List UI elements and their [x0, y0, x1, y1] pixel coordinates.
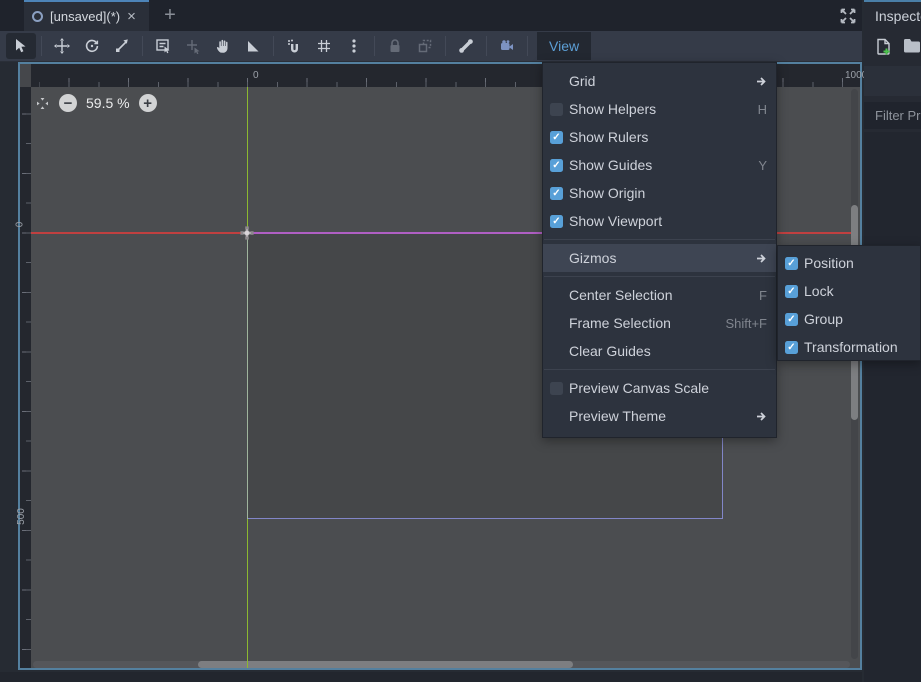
snap-options-icon[interactable]	[339, 33, 369, 59]
checkbox-icon: ✓	[785, 257, 798, 270]
submenu-item-lock[interactable]: ✓ Lock	[778, 277, 920, 305]
submenu-item-group[interactable]: ✓ Group	[778, 305, 920, 333]
menu-item-clear-guides[interactable]: Clear Guides	[543, 337, 776, 365]
menu-item-preview-theme[interactable]: Preview Theme	[543, 402, 776, 430]
fullscreen-icon[interactable]	[837, 5, 859, 27]
submenu-item-transformation[interactable]: ✓ Transformation	[778, 333, 920, 361]
submenu-arrow-icon	[755, 76, 767, 87]
submenu-arrow-icon	[755, 253, 767, 264]
move-tool-button[interactable]	[47, 33, 77, 59]
toolbar-separator	[142, 36, 143, 56]
camera-override-icon[interactable]	[492, 33, 522, 59]
gizmos-submenu-popup: ✓ Position ✓ Lock ✓ Group ✓ Transformati…	[777, 245, 921, 361]
move-pivot-tool-button[interactable]	[178, 33, 208, 59]
y-axis-viewport-overlap	[247, 233, 249, 519]
checkbox-icon: ✓	[550, 131, 563, 144]
menu-separator	[543, 272, 776, 281]
origin-anchor-gizmo	[239, 225, 255, 246]
toolbar-separator	[41, 36, 42, 56]
view-menu-popup: Grid ✓ Show Helpers H ✓ Show Rulers ✓ Sh…	[542, 62, 777, 438]
scene-tab-label: [unsaved](*)	[50, 9, 120, 24]
menu-item-show-helpers[interactable]: ✓ Show Helpers H	[543, 95, 776, 123]
vertical-ruler[interactable]: 0 500	[20, 87, 31, 668]
toolbar-separator	[273, 36, 274, 56]
scene-tab-unsaved[interactable]: [unsaved](*) ×	[24, 0, 149, 31]
view-menu-button[interactable]: View	[537, 32, 591, 60]
checkbox-icon: ✓	[785, 341, 798, 354]
bone-icon[interactable]	[451, 33, 481, 59]
scene-icon	[32, 11, 43, 22]
bottom-panel-edge	[0, 672, 862, 682]
inspector-title: Inspector	[875, 8, 921, 24]
ruler-tool-button[interactable]	[238, 33, 268, 59]
ruler-label-500: 500	[16, 508, 27, 525]
submenu-arrow-icon	[755, 411, 767, 422]
group-icon[interactable]	[410, 33, 440, 59]
center-view-icon[interactable]	[35, 96, 50, 111]
rotate-tool-button[interactable]	[77, 33, 107, 59]
menu-item-show-viewport[interactable]: ✓ Show Viewport	[543, 207, 776, 235]
horizontal-scrollbar-thumb[interactable]	[198, 661, 573, 668]
menu-separator	[543, 365, 776, 374]
ruler-corner	[20, 64, 31, 87]
ruler-label-0: 0	[14, 222, 25, 228]
zoom-out-button[interactable]: −	[59, 94, 77, 112]
toolbar-separator	[374, 36, 375, 56]
lock-icon[interactable]	[380, 33, 410, 59]
menu-item-preview-canvas-scale[interactable]: ✓ Preview Canvas Scale	[543, 374, 776, 402]
close-icon[interactable]: ×	[127, 9, 136, 24]
toolbar-separator	[527, 36, 528, 56]
inspector-node-bar	[864, 66, 921, 96]
list-select-tool-button[interactable]	[148, 33, 178, 59]
godot-editor-window: [unsaved](*) × +	[0, 0, 921, 682]
new-scene-tab-button[interactable]: +	[158, 3, 182, 27]
new-resource-icon[interactable]	[875, 38, 892, 61]
zoom-controls: − 59.5 % +	[35, 92, 157, 114]
menu-item-show-guides[interactable]: ✓ Show Guides Y	[543, 151, 776, 179]
menu-item-show-origin[interactable]: ✓ Show Origin	[543, 179, 776, 207]
filter-placeholder-text: Filter Properties	[875, 108, 921, 123]
grid-snap-icon[interactable]	[309, 33, 339, 59]
menu-separator	[543, 235, 776, 244]
pan-tool-button[interactable]	[208, 33, 238, 59]
checkbox-icon: ✓	[550, 187, 563, 200]
checkbox-icon: ✓	[550, 103, 563, 116]
scene-tab-bar: [unsaved](*) × +	[0, 0, 862, 31]
submenu-item-position[interactable]: ✓ Position	[778, 249, 920, 277]
menu-item-grid[interactable]: Grid	[543, 67, 776, 95]
select-tool-button[interactable]	[6, 33, 36, 59]
ruler-label-0: 0	[253, 70, 259, 81]
checkbox-icon: ✓	[550, 215, 563, 228]
menu-item-frame-selection[interactable]: Frame Selection Shift+F	[543, 309, 776, 337]
toolbar-separator	[486, 36, 487, 56]
inspector-body	[864, 132, 921, 682]
load-resource-folder-icon[interactable]	[903, 38, 921, 61]
menu-item-show-rulers[interactable]: ✓ Show Rulers	[543, 123, 776, 151]
filter-properties-input[interactable]: Filter Properties	[864, 102, 921, 129]
menu-item-gizmos[interactable]: Gizmos	[543, 244, 776, 272]
checkbox-icon: ✓	[785, 313, 798, 326]
menu-item-center-selection[interactable]: Center Selection F	[543, 281, 776, 309]
canvas-toolbar: View	[0, 31, 862, 62]
smart-snap-icon[interactable]	[279, 33, 309, 59]
checkbox-icon: ✓	[785, 285, 798, 298]
scale-tool-button[interactable]	[107, 33, 137, 59]
toolbar-separator	[445, 36, 446, 56]
checkbox-icon: ✓	[550, 159, 563, 172]
zoom-percentage[interactable]: 59.5 %	[86, 95, 130, 111]
checkbox-icon: ✓	[550, 382, 563, 395]
zoom-in-button[interactable]: +	[139, 94, 157, 112]
